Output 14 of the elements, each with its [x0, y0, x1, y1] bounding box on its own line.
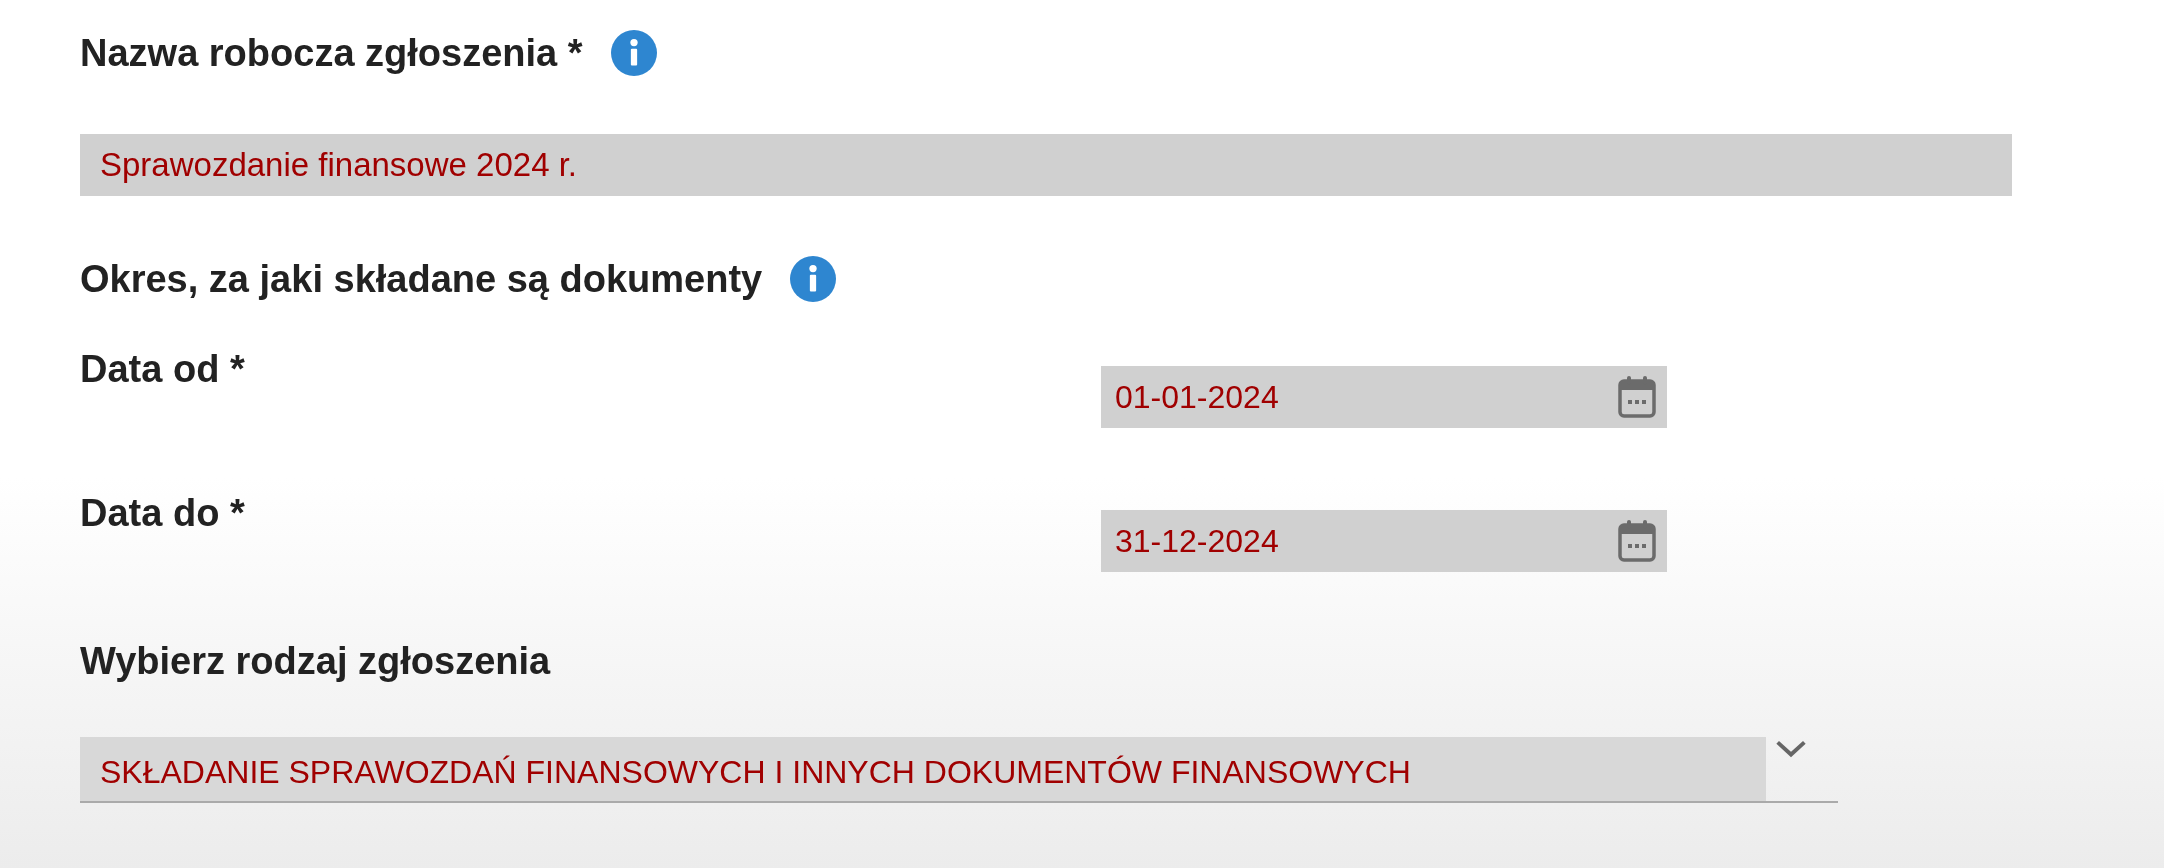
- dropdown[interactable]: SKŁADANIE SPRAWOZDAŃ FINANSOWYCH I INNYCH DOKUMENTÓW FINANSOWYCH: [80, 737, 1838, 803]
- field-label: Wybierz rodzaj zgłoszenia: [80, 640, 552, 683]
- date-field[interactable]: 01-01-2024: [1101, 366, 1667, 428]
- field-label: Nazwa robocza zgłoszenia *: [80, 31, 583, 75]
- chevron-icon[interactable]: [1774, 739, 1808, 759]
- field-label: Data do *: [80, 491, 246, 536]
- calendar-icon[interactable]: [1617, 375, 1657, 419]
- info-icon[interactable]: [790, 256, 837, 302]
- section-heading: Okres, za jaki składane są dokumenty: [80, 257, 763, 301]
- date-field[interactable]: 31-12-2024: [1101, 510, 1667, 572]
- field-label: Data od *: [80, 347, 246, 392]
- info-icon[interactable]: [610, 30, 657, 76]
- calendar-icon[interactable]: [1617, 519, 1657, 563]
- input-field[interactable]: Sprawozdanie finansowe 2024 r.: [80, 134, 2012, 196]
